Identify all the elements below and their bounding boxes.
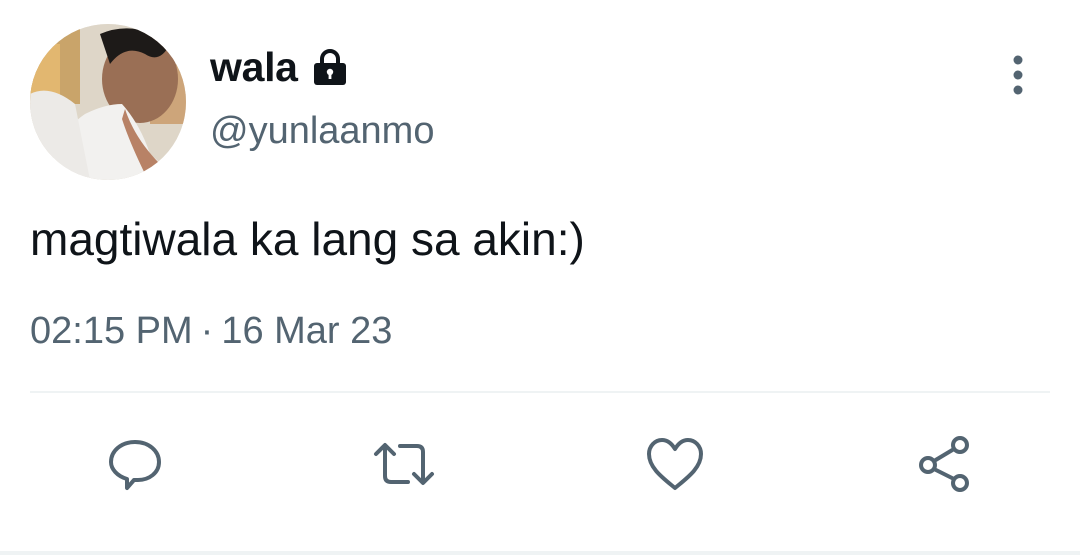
like-button[interactable] [643,432,707,496]
tweet-time: 02:15 PM [30,310,193,352]
author-name-row: wala [210,42,350,92]
retweet-button[interactable] [372,432,436,496]
tweet-text: magtiwala ka lang sa akin:) [30,213,585,265]
reply-button[interactable] [103,432,167,496]
more-options-button[interactable] [996,52,1040,98]
share-icon [919,436,969,492]
share-button[interactable] [914,432,978,496]
bottom-divider [0,551,1080,555]
user-handle[interactable]: @yunlaanmo [210,110,434,153]
tweet-timestamp[interactable]: 02:15 PM · 16 Mar 23 [30,310,392,353]
tweet-date: 16 Mar 23 [221,310,393,352]
more-vertical-icon [1013,55,1023,95]
heart-icon [647,438,703,490]
reply-icon [109,440,161,490]
divider [30,391,1050,393]
retweet-icon [374,443,434,485]
timestamp-separator: · [200,310,214,352]
lock-icon [310,47,350,87]
avatar-photo [30,24,186,180]
avatar[interactable] [30,24,186,180]
display-name[interactable]: wala [210,44,298,91]
